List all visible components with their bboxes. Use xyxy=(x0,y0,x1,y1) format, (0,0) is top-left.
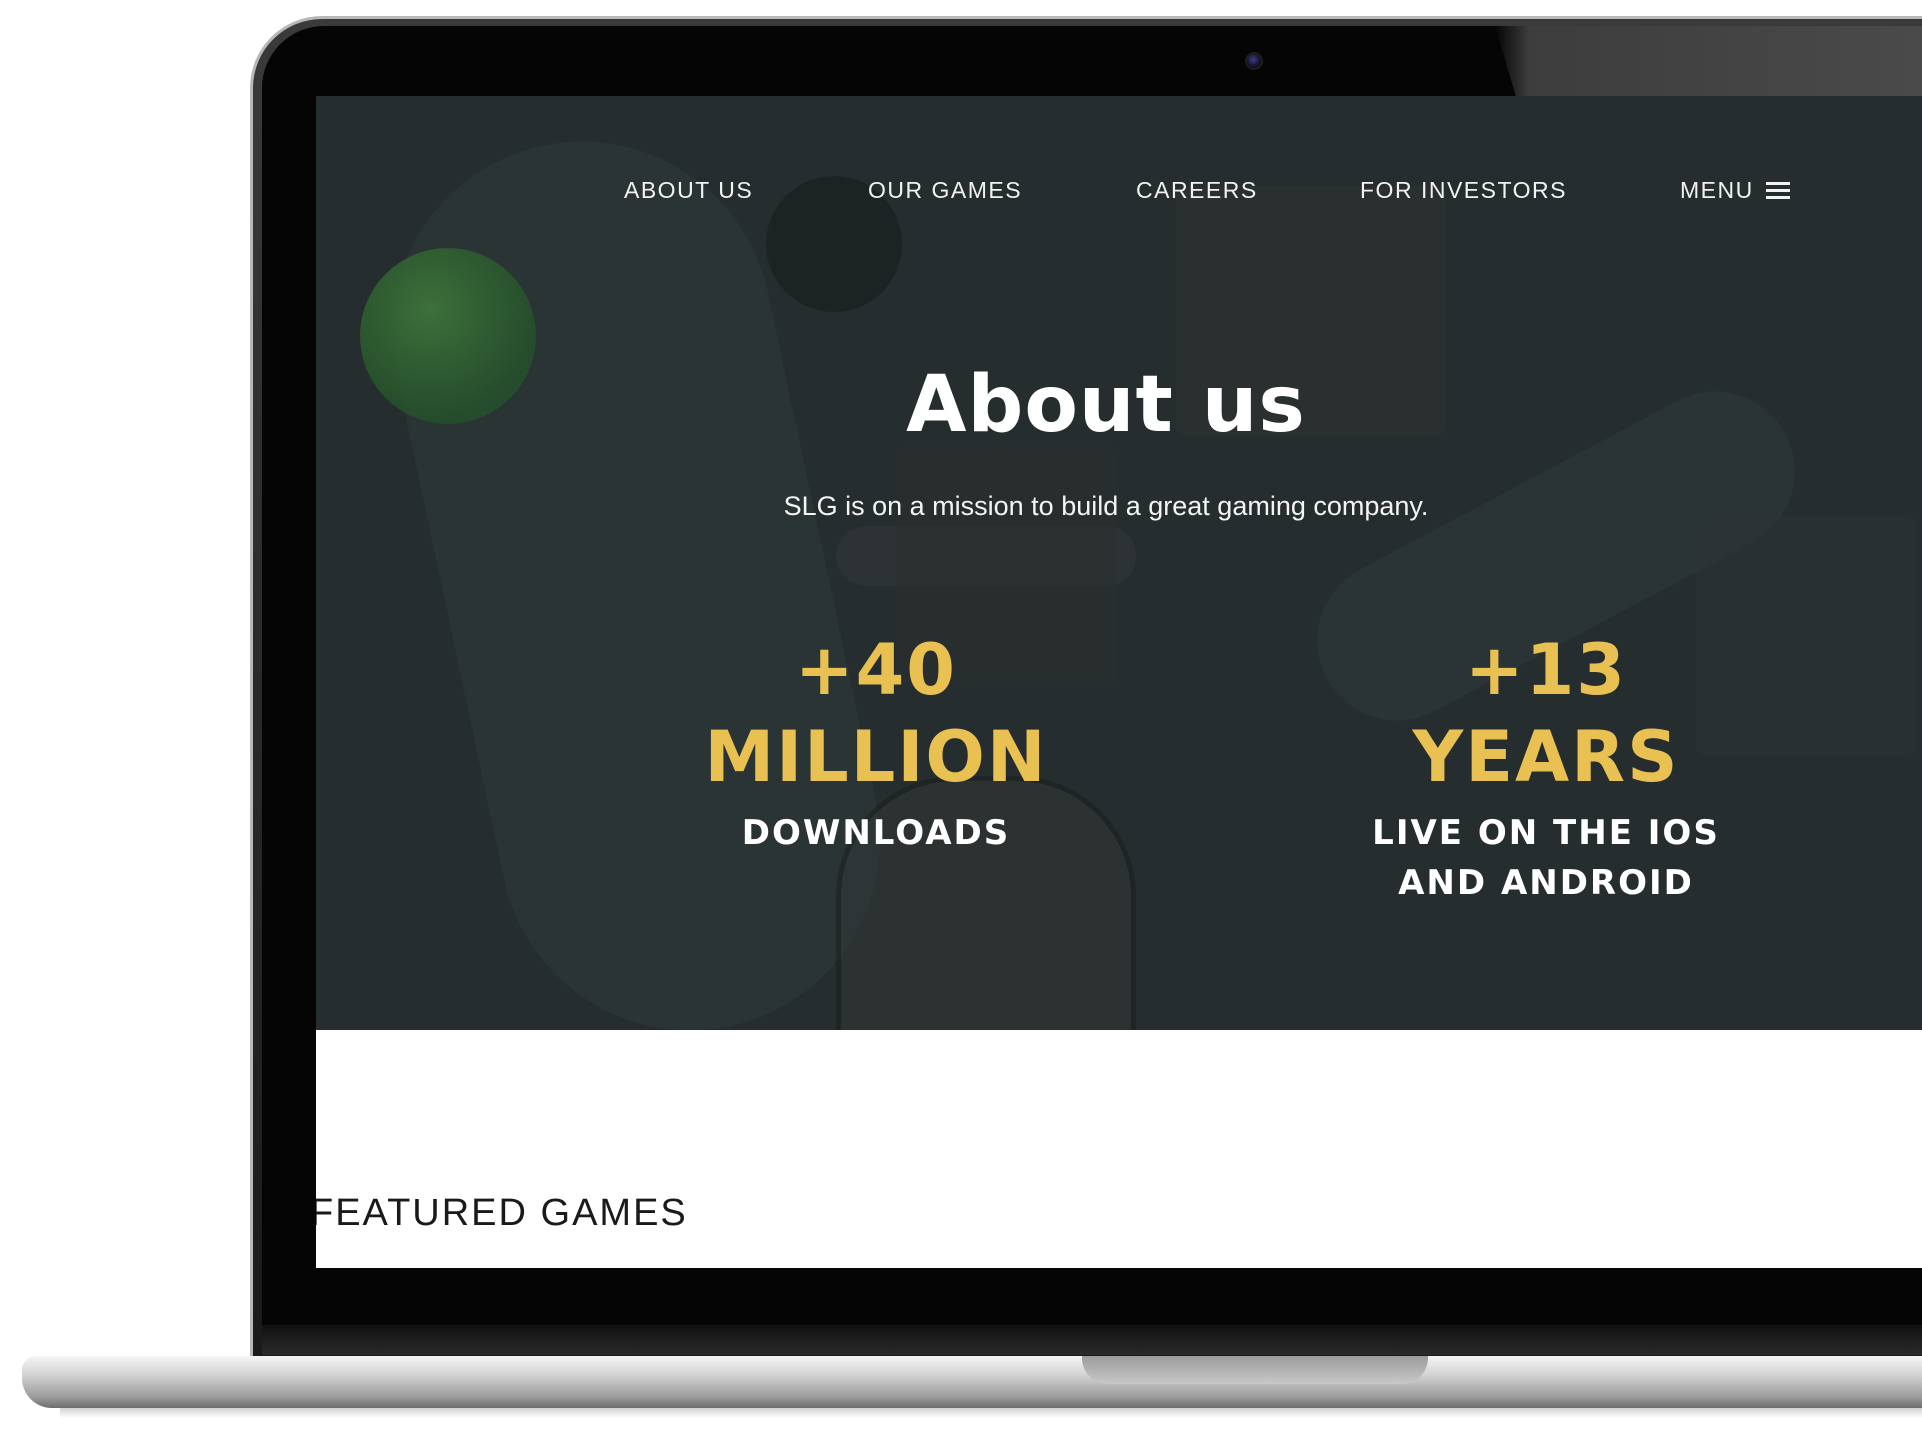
laptop-screen: ABOUT US OUR GAMES CAREERS FOR INVESTORS… xyxy=(316,96,1922,1268)
page-title: About us xyxy=(906,360,1306,450)
stat-label-line: DOWNLOADS xyxy=(741,813,1011,853)
stat-unit: YEARS xyxy=(1412,716,1680,798)
stat-unit: MILLION xyxy=(704,716,1048,798)
laptop-base xyxy=(22,1356,1922,1408)
stat-label-line: AND ANDROID xyxy=(1398,863,1694,903)
stat-number: +13 xyxy=(1464,629,1628,711)
stat-years: +13 YEARS LIVE ON THE IOS AND ANDROID xyxy=(1266,626,1826,908)
nav-link-about-us[interactable]: ABOUT US xyxy=(624,170,753,210)
base-shadow xyxy=(60,1408,1922,1418)
stat-label: LIVE ON THE IOS AND ANDROID xyxy=(1266,808,1826,908)
stat-label: DOWNLOADS xyxy=(596,808,1156,858)
featured-games-heading: FEATURED GAMES xyxy=(316,1192,688,1234)
laptop-notch xyxy=(1082,1356,1428,1384)
hero-section: ABOUT US OUR GAMES CAREERS FOR INVESTORS… xyxy=(316,96,1922,1030)
nav-link-for-investors[interactable]: FOR INVESTORS xyxy=(1360,170,1567,210)
stat-downloads: +40 MILLION DOWNLOADS xyxy=(596,626,1156,858)
lid-bottom-strip xyxy=(262,1325,1922,1355)
menu-button[interactable]: MENU xyxy=(1680,170,1790,210)
hamburger-icon xyxy=(1765,182,1790,200)
bezel-glare xyxy=(1495,26,1922,98)
webcam-icon xyxy=(1245,52,1263,70)
top-navigation: ABOUT US OUR GAMES CAREERS FOR INVESTORS… xyxy=(316,170,1922,210)
stat-label-line: LIVE ON THE IOS xyxy=(1372,813,1720,853)
nav-link-careers[interactable]: CAREERS xyxy=(1136,170,1258,210)
stat-number: +40 xyxy=(794,629,958,711)
nav-link-our-games[interactable]: OUR GAMES xyxy=(868,170,1022,210)
hero-subtitle: SLG is on a mission to build a great gam… xyxy=(783,491,1429,521)
menu-label: MENU xyxy=(1680,177,1754,203)
